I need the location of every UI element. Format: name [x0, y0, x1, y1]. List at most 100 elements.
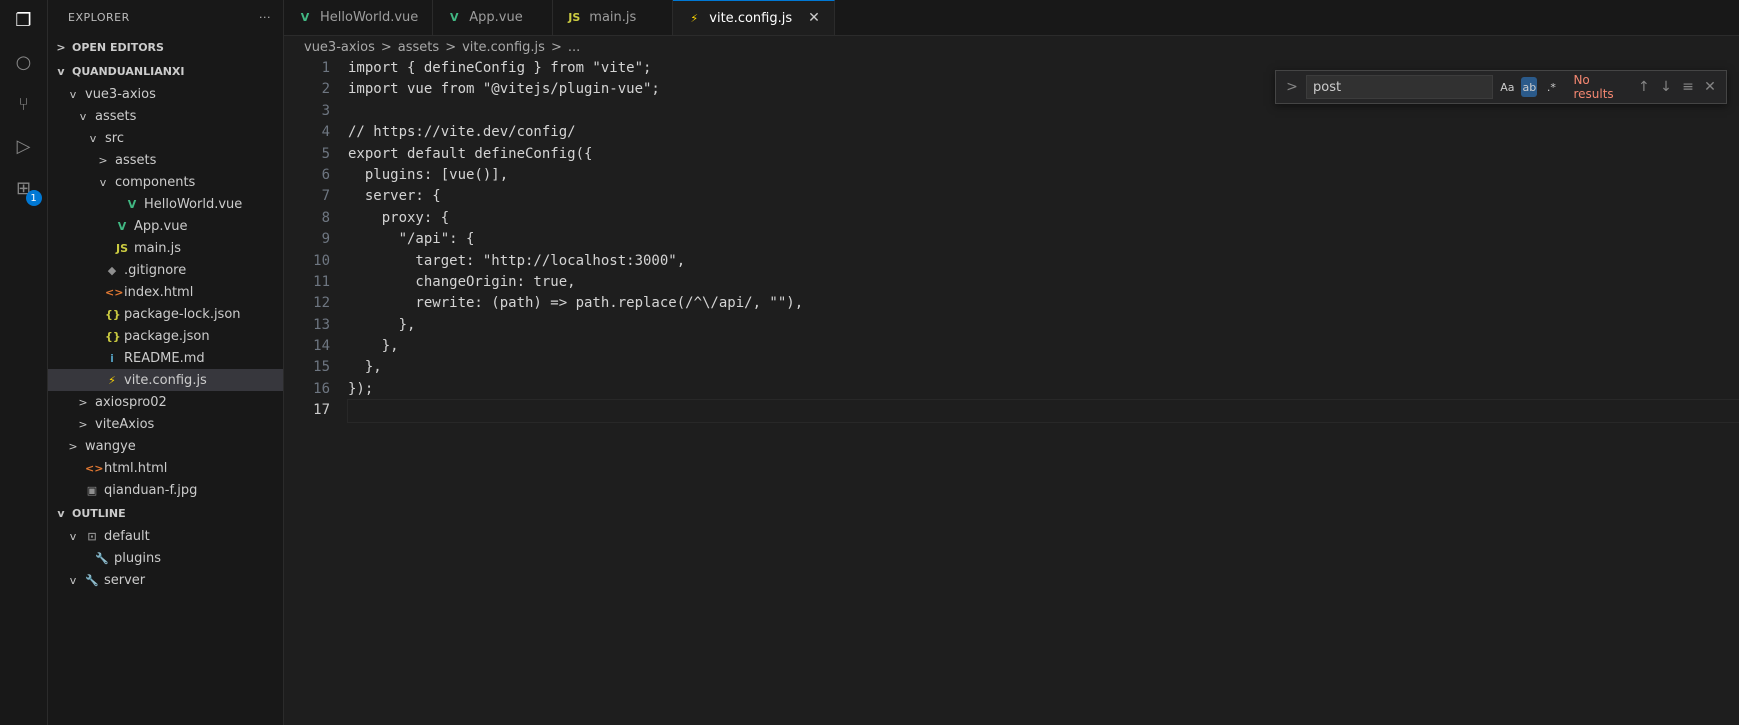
- file-tree-item[interactable]: ▣ qianduan-f.jpg: [48, 479, 283, 501]
- code-line[interactable]: server: {: [348, 186, 1739, 207]
- previous-match-icon[interactable]: ↑: [1636, 79, 1652, 95]
- line-number: 17: [313, 402, 330, 419]
- file-tree-label: assets: [115, 152, 157, 168]
- code-line[interactable]: export default defineConfig({: [348, 144, 1739, 165]
- chevron-down-icon: v: [69, 87, 77, 101]
- sidebar: EXPLORER ··· > OPEN EDITORS v QUANDUANLI…: [48, 0, 284, 725]
- outline-item[interactable]: v ⊡ default: [48, 525, 283, 547]
- more-actions-icon[interactable]: ···: [259, 11, 271, 24]
- code-content[interactable]: import { defineConfig } from "vite"; impo…: [347, 58, 1739, 725]
- file-tree-item[interactable]: v src: [48, 127, 283, 149]
- open-editors-section[interactable]: > OPEN EDITORS: [48, 35, 283, 59]
- no-results-text: No results: [1573, 73, 1614, 101]
- file-tree-item[interactable]: v vue3-axios: [48, 83, 283, 105]
- extensions-icon[interactable]: ⊞ 1: [12, 176, 42, 206]
- code-line[interactable]: target: "http://localhost:3000",: [348, 251, 1739, 272]
- extensions-badge: 1: [25, 190, 42, 206]
- file-tree-item[interactable]: <> html.html: [48, 457, 283, 479]
- run-debug-icon[interactable]: ▷: [12, 134, 36, 158]
- close-icon[interactable]: ✕: [808, 10, 820, 26]
- file-tree-item[interactable]: > axiospro02: [48, 391, 283, 413]
- line-number: 13: [313, 316, 330, 333]
- file-type-icon: ▣: [86, 483, 98, 497]
- file-tree-item[interactable]: <> index.html: [48, 281, 283, 303]
- code-line[interactable]: },: [348, 357, 1739, 378]
- file-tree-item[interactable]: V App.vue: [48, 215, 283, 237]
- source-control-icon[interactable]: ⑂: [12, 92, 36, 116]
- file-type-icon: JS: [568, 11, 581, 24]
- file-tree-item[interactable]: {} package-lock.json: [48, 303, 283, 325]
- breadcrumb-item[interactable]: assets: [398, 40, 439, 55]
- code-editor[interactable]: 1 2 3 4 5 6 7 8 9 10 11 12 13 14 15 16 17 import { defin…: [284, 58, 1739, 725]
- chevron-down-icon: v: [99, 175, 107, 189]
- file-tree-item[interactable]: i README.md: [48, 347, 283, 369]
- file-tree-label: qianduan-f.jpg: [104, 482, 198, 498]
- project-label: QUANDUANLIANXI: [72, 64, 185, 78]
- file-tree-label: README.md: [124, 350, 205, 366]
- breadcrumb-item[interactable]: ...: [568, 40, 580, 55]
- regex-toggle[interactable]: .*: [1543, 77, 1559, 97]
- outline-item[interactable]: v 🔧 server: [48, 569, 283, 591]
- close-find-icon[interactable]: ✕: [1702, 79, 1718, 95]
- file-type-icon: <>: [85, 461, 104, 475]
- breadcrumb-item[interactable]: vite.config.js: [462, 40, 545, 55]
- file-tree: v vue3-axios v assets v src > assets v components…: [48, 83, 283, 501]
- tab-bar: V HelloWorld.vue V App.vue JS main.js ⚡ vite.co…: [284, 0, 1739, 36]
- file-tree-label: viteAxios: [95, 416, 155, 432]
- line-number: 5: [321, 145, 330, 162]
- explorer-icon[interactable]: ❐: [12, 8, 36, 32]
- tab-label: HelloWorld.vue: [320, 10, 419, 25]
- tab-main-js[interactable]: JS main.js: [553, 0, 674, 35]
- code-line[interactable]: proxy: {: [348, 208, 1739, 229]
- code-line[interactable]: },: [348, 315, 1739, 336]
- whole-word-toggle[interactable]: ab: [1521, 77, 1538, 97]
- outline-item[interactable]: 🔧 plugins: [48, 547, 283, 569]
- toggle-replace-icon[interactable]: >: [1284, 79, 1300, 95]
- tab-helloworld-vue[interactable]: V HelloWorld.vue: [284, 0, 434, 35]
- tab-app-vue[interactable]: V App.vue: [433, 0, 554, 35]
- code-line[interactable]: rewrite: (path) => path.replace(/^\/api/…: [348, 293, 1739, 314]
- tab-vite-config-js[interactable]: ⚡ vite.config.js ✕: [673, 0, 835, 35]
- search-icon[interactable]: ○: [12, 50, 36, 74]
- file-tree-item[interactable]: JS main.js: [48, 237, 283, 259]
- next-match-icon[interactable]: ↓: [1658, 79, 1674, 95]
- match-case-toggle[interactable]: Aa: [1499, 77, 1515, 97]
- file-tree-label: .gitignore: [124, 262, 187, 278]
- file-tree-item[interactable]: v assets: [48, 105, 283, 127]
- file-tree-label: vue3-axios: [85, 86, 156, 102]
- file-tree-item[interactable]: v components: [48, 171, 283, 193]
- outline-section[interactable]: v OUTLINE: [48, 501, 283, 525]
- find-input[interactable]: [1306, 75, 1494, 99]
- code-line[interactable]: });: [348, 379, 1739, 400]
- sidebar-header: EXPLORER ···: [48, 0, 283, 35]
- breadcrumb-item[interactable]: vue3-axios: [304, 40, 375, 55]
- find-in-selection-icon[interactable]: ≡: [1680, 79, 1696, 95]
- file-tree-label: wangye: [85, 438, 136, 454]
- file-tree-item[interactable]: {} package.json: [48, 325, 283, 347]
- code-line[interactable]: "/api": {: [348, 229, 1739, 250]
- outline-label: plugins: [114, 550, 161, 566]
- file-type-icon: JS: [115, 241, 128, 255]
- file-tree-item[interactable]: > wangye: [48, 435, 283, 457]
- file-tree-item[interactable]: > viteAxios: [48, 413, 283, 435]
- code-line[interactable]: },: [348, 336, 1739, 357]
- project-section[interactable]: v QUANDUANLIANXI: [48, 59, 283, 83]
- code-line[interactable]: changeOrigin: true,: [348, 272, 1739, 293]
- file-tree-label: package-lock.json: [124, 306, 241, 322]
- file-type-icon: V: [117, 219, 127, 233]
- file-tree-item[interactable]: V HelloWorld.vue: [48, 193, 283, 215]
- file-tree-item[interactable]: ⚡ vite.config.js: [48, 369, 283, 391]
- line-number: 9: [321, 231, 330, 248]
- code-line[interactable]: // https://vite.dev/config/: [348, 122, 1739, 143]
- code-line[interactable]: plugins: [vue()],: [348, 165, 1739, 186]
- code-line[interactable]: [347, 399, 1739, 423]
- file-tree-item[interactable]: ◆ .gitignore: [48, 259, 283, 281]
- outline-label: default: [104, 528, 150, 544]
- file-tree-item[interactable]: > assets: [48, 149, 283, 171]
- file-type-icon: ◆: [107, 263, 117, 277]
- tab-label: App.vue: [469, 10, 523, 25]
- line-number: 3: [321, 102, 330, 119]
- file-type-icon: {}: [105, 329, 121, 343]
- file-type-icon: V: [300, 11, 310, 24]
- find-widget: > Aa ab .* No results ↑ ↓ ≡ ✕: [1275, 70, 1727, 104]
